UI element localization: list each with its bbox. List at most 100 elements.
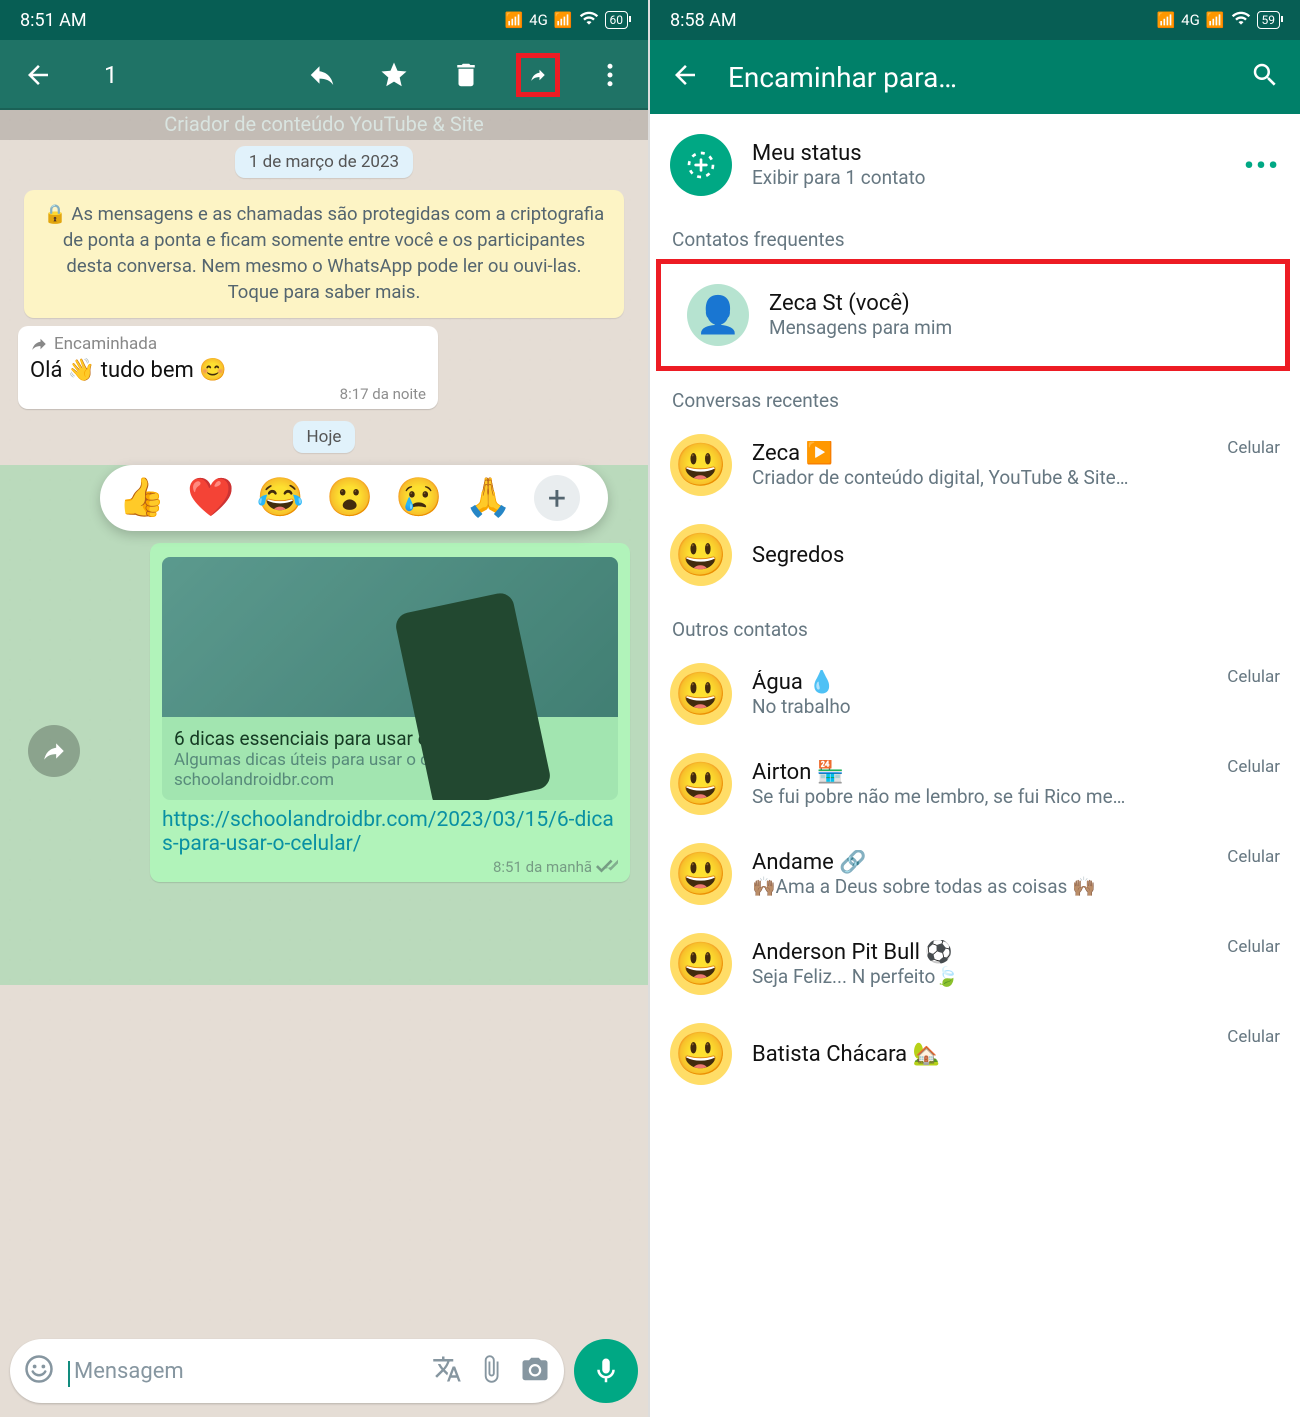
status-time: 8:58 AM (670, 10, 737, 31)
signal-icon-2: 📶 (554, 11, 573, 29)
section-other: Outros contatos (650, 600, 1300, 649)
avatar: 😃 (670, 843, 732, 905)
contact-list[interactable]: Meu status Exibir para 1 contato ••• Con… (650, 114, 1300, 1099)
back-button[interactable] (16, 53, 60, 97)
reaction-sad[interactable]: 😢 (395, 476, 442, 520)
reaction-wow[interactable]: 😮 (326, 476, 373, 520)
status-avatar (670, 134, 732, 196)
back-button[interactable] (670, 60, 700, 94)
highlight-box: 👤 Zeca St (você) Mensagens para mim (656, 259, 1290, 371)
contact-row[interactable]: 😃 Água 💧 No trabalho Celular (650, 649, 1300, 739)
row-tag: Celular (1227, 438, 1280, 458)
forward-screen: 8:58 AM 📶 4G 📶 59 Encaminhar para… (650, 0, 1300, 1417)
reaction-pray[interactable]: 🙏 (465, 476, 512, 520)
chat-body[interactable]: Criador de conteúdo YouTube & Site 1 de … (0, 110, 648, 1327)
avatar: 👤 (687, 284, 749, 346)
section-recent: Conversas recentes (650, 371, 1300, 420)
read-ticks-icon (596, 859, 618, 875)
row-tag: Celular (1227, 937, 1280, 957)
status-icons: 📶 4G 📶 59 (1156, 8, 1280, 32)
section-frequent: Contatos frequentes (650, 210, 1300, 259)
signal-icon: 📶 (1156, 11, 1175, 29)
forward-circle-button[interactable] (28, 725, 80, 777)
row-sub: No trabalho (752, 695, 1207, 718)
emoji-icon[interactable] (24, 1354, 54, 1388)
message-time: 8:51 da manhã (162, 858, 618, 876)
reaction-laugh[interactable]: 😂 (257, 476, 304, 520)
row-name: Zeca ▶️ (752, 441, 1207, 466)
network-label: 4G (529, 11, 548, 29)
attach-icon[interactable] (476, 1354, 506, 1388)
contact-row[interactable]: 😃 Zeca ▶️ Criador de conteúdo digital, Y… (650, 420, 1300, 510)
forwarded-label: Encaminhada (30, 334, 426, 354)
row-tag: Celular (1227, 1027, 1280, 1047)
avatar: 😃 (670, 1023, 732, 1085)
translate-icon[interactable] (432, 1354, 462, 1388)
date-chip: 1 de março de 2023 (235, 146, 413, 178)
avatar: 😃 (670, 663, 732, 725)
row-sub: 🙌🏽Ama a Deus sobre todas as coisas 🙌🏽 (752, 875, 1207, 898)
input-pill[interactable]: Mensagem (10, 1339, 564, 1403)
row-tag: Celular (1227, 757, 1280, 777)
network-label: 4G (1181, 11, 1200, 29)
reaction-heart[interactable]: ❤️ (187, 476, 234, 520)
reaction-more[interactable]: + (534, 475, 580, 521)
signal-icon: 📶 (504, 11, 523, 29)
date-chip: Hoje (293, 421, 356, 453)
selection-count: 1 (104, 61, 118, 89)
avatar: 😃 (670, 753, 732, 815)
row-sub: Seja Feliz... N perfeito🍃 (752, 965, 1207, 988)
delete-button[interactable] (444, 53, 488, 97)
row-name: Andame 🔗 (752, 850, 1207, 875)
status-time: 8:51 AM (20, 10, 87, 31)
outgoing-message[interactable]: 6 dicas essenciais para usar o celular A… (150, 543, 630, 882)
avatar: 😃 (670, 434, 732, 496)
signal-icon-2: 📶 (1206, 11, 1225, 29)
forward-button[interactable] (516, 53, 560, 97)
search-button[interactable] (1250, 60, 1280, 94)
chat-subtitle: Criador de conteúdo YouTube & Site (0, 108, 648, 140)
contact-row[interactable]: 😃 Andame 🔗 🙌🏽Ama a Deus sobre todas as c… (650, 829, 1300, 919)
wifi-icon (579, 8, 599, 32)
status-icons: 📶 4G 📶 60 (504, 8, 628, 32)
avatar: 😃 (670, 933, 732, 995)
contact-row[interactable]: 😃 Batista Chácara 🏡 Celular (650, 1009, 1300, 1099)
row-name: Segredos (752, 543, 1280, 568)
my-status-row[interactable]: Meu status Exibir para 1 contato ••• (650, 120, 1300, 210)
preview-image (162, 557, 618, 717)
link-preview[interactable]: 6 dicas essenciais para usar o celular A… (162, 557, 618, 800)
row-sub: Criador de conteúdo digital, YouTube & S… (752, 466, 1207, 489)
mic-button[interactable] (574, 1339, 638, 1403)
message-link[interactable]: https://schoolandroidbr.com/2023/03/15/6… (162, 808, 618, 856)
encryption-notice[interactable]: 🔒 As mensagens e as chamadas são protegi… (24, 190, 624, 318)
camera-icon[interactable] (520, 1354, 550, 1388)
avatar: 😃 (670, 524, 732, 586)
contact-row[interactable]: 😃 Airton 🏪 Se fui pobre não me lembro, s… (650, 739, 1300, 829)
message-time: 8:17 da noite (30, 385, 426, 403)
row-name: Anderson Pit Bull ⚽ (752, 940, 1207, 965)
forward-header: Encaminhar para… (650, 40, 1300, 114)
more-button[interactable] (588, 53, 632, 97)
more-icon[interactable]: ••• (1244, 149, 1280, 182)
battery-icon: 60 (605, 11, 629, 29)
row-name: Airton 🏪 (752, 760, 1207, 785)
reply-button[interactable] (300, 53, 344, 97)
contact-row[interactable]: 😃 Anderson Pit Bull ⚽ Seja Feliz... N pe… (650, 919, 1300, 1009)
row-name: Água 💧 (752, 670, 1207, 695)
row-sub: Mensagens para mim (769, 316, 1259, 339)
battery-icon: 59 (1257, 11, 1281, 29)
row-tag: Celular (1227, 667, 1280, 687)
message-input[interactable]: Mensagem (68, 1359, 418, 1384)
contact-row[interactable]: 😃 Segredos (650, 510, 1300, 600)
row-sub: Se fui pobre não me lembro, se fui Rico … (752, 785, 1207, 808)
wifi-icon (1231, 8, 1251, 32)
reaction-thumbs-up[interactable]: 👍 (118, 476, 165, 520)
incoming-message[interactable]: Encaminhada Olá 👋 tudo bem 😊 8:17 da noi… (18, 326, 438, 409)
chat-screen: 8:51 AM 📶 4G 📶 60 1 (0, 0, 650, 1417)
contact-row-self[interactable]: 👤 Zeca St (você) Mensagens para mim (667, 270, 1279, 360)
row-name: Zeca St (você) (769, 291, 1259, 316)
selection-action-bar: 1 (0, 40, 648, 110)
message-text: Olá 👋 tudo bem 😊 (30, 358, 426, 383)
star-button[interactable] (372, 53, 416, 97)
row-sub: Exibir para 1 contato (752, 166, 1224, 189)
